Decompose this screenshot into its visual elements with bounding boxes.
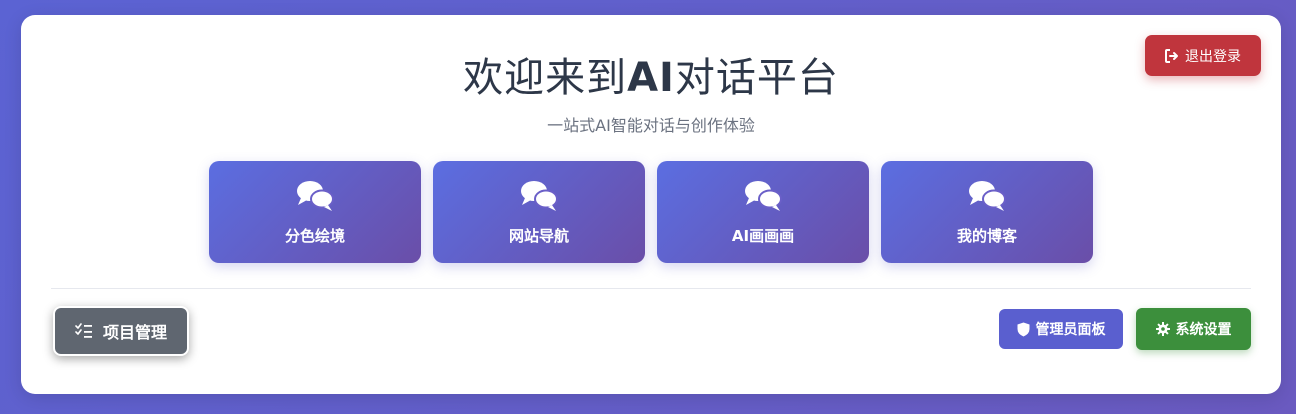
admin-label: 管理员面板 bbox=[1035, 322, 1106, 338]
feature-label: AI画画画 bbox=[731, 226, 795, 245]
task-list-icon bbox=[75, 323, 92, 338]
feature-label: 我的博客 bbox=[956, 226, 1017, 245]
feature-card-ai-drawing[interactable]: AI画画画 bbox=[657, 161, 869, 263]
chat-bubbles-icon bbox=[521, 180, 558, 211]
project-label: 项目管理 bbox=[102, 323, 167, 342]
title-ai: AI bbox=[627, 55, 675, 101]
feature-label: 分色绘境 bbox=[284, 226, 345, 245]
chat-bubbles-icon bbox=[297, 180, 334, 211]
feature-card-color-painting[interactable]: 分色绘境 bbox=[209, 161, 421, 263]
title-prefix: 欢迎来到 bbox=[463, 55, 628, 101]
feature-label: 网站导航 bbox=[508, 226, 569, 245]
chat-bubbles-icon bbox=[745, 180, 782, 211]
feature-card-my-blog[interactable]: 我的博客 bbox=[881, 161, 1093, 263]
page-title: 欢迎来到AI对话平台 bbox=[21, 45, 1281, 103]
title-suffix: 对话平台 bbox=[674, 55, 839, 101]
shield-icon bbox=[1017, 322, 1029, 336]
page-subtitle: 一站式AI智能对话与创作体验 bbox=[547, 116, 755, 135]
admin-panel-button[interactable]: 管理员面板 bbox=[999, 309, 1123, 349]
gear-icon bbox=[1155, 322, 1170, 336]
system-settings-button[interactable]: 系统设置 bbox=[1136, 308, 1251, 350]
settings-label: 系统设置 bbox=[1175, 322, 1232, 338]
main-card: 退出登录 欢迎来到AI对话平台 一站式AI智能对话与创作体验 分色绘境 网站导航 bbox=[21, 15, 1281, 394]
feature-card-site-nav[interactable]: 网站导航 bbox=[433, 161, 645, 263]
project-management-button[interactable]: 项目管理 bbox=[53, 306, 189, 356]
divider bbox=[51, 288, 1251, 289]
feature-grid: 分色绘境 网站导航 AI画画画 我的博客 bbox=[209, 161, 1093, 263]
chat-bubbles-icon bbox=[969, 180, 1006, 211]
